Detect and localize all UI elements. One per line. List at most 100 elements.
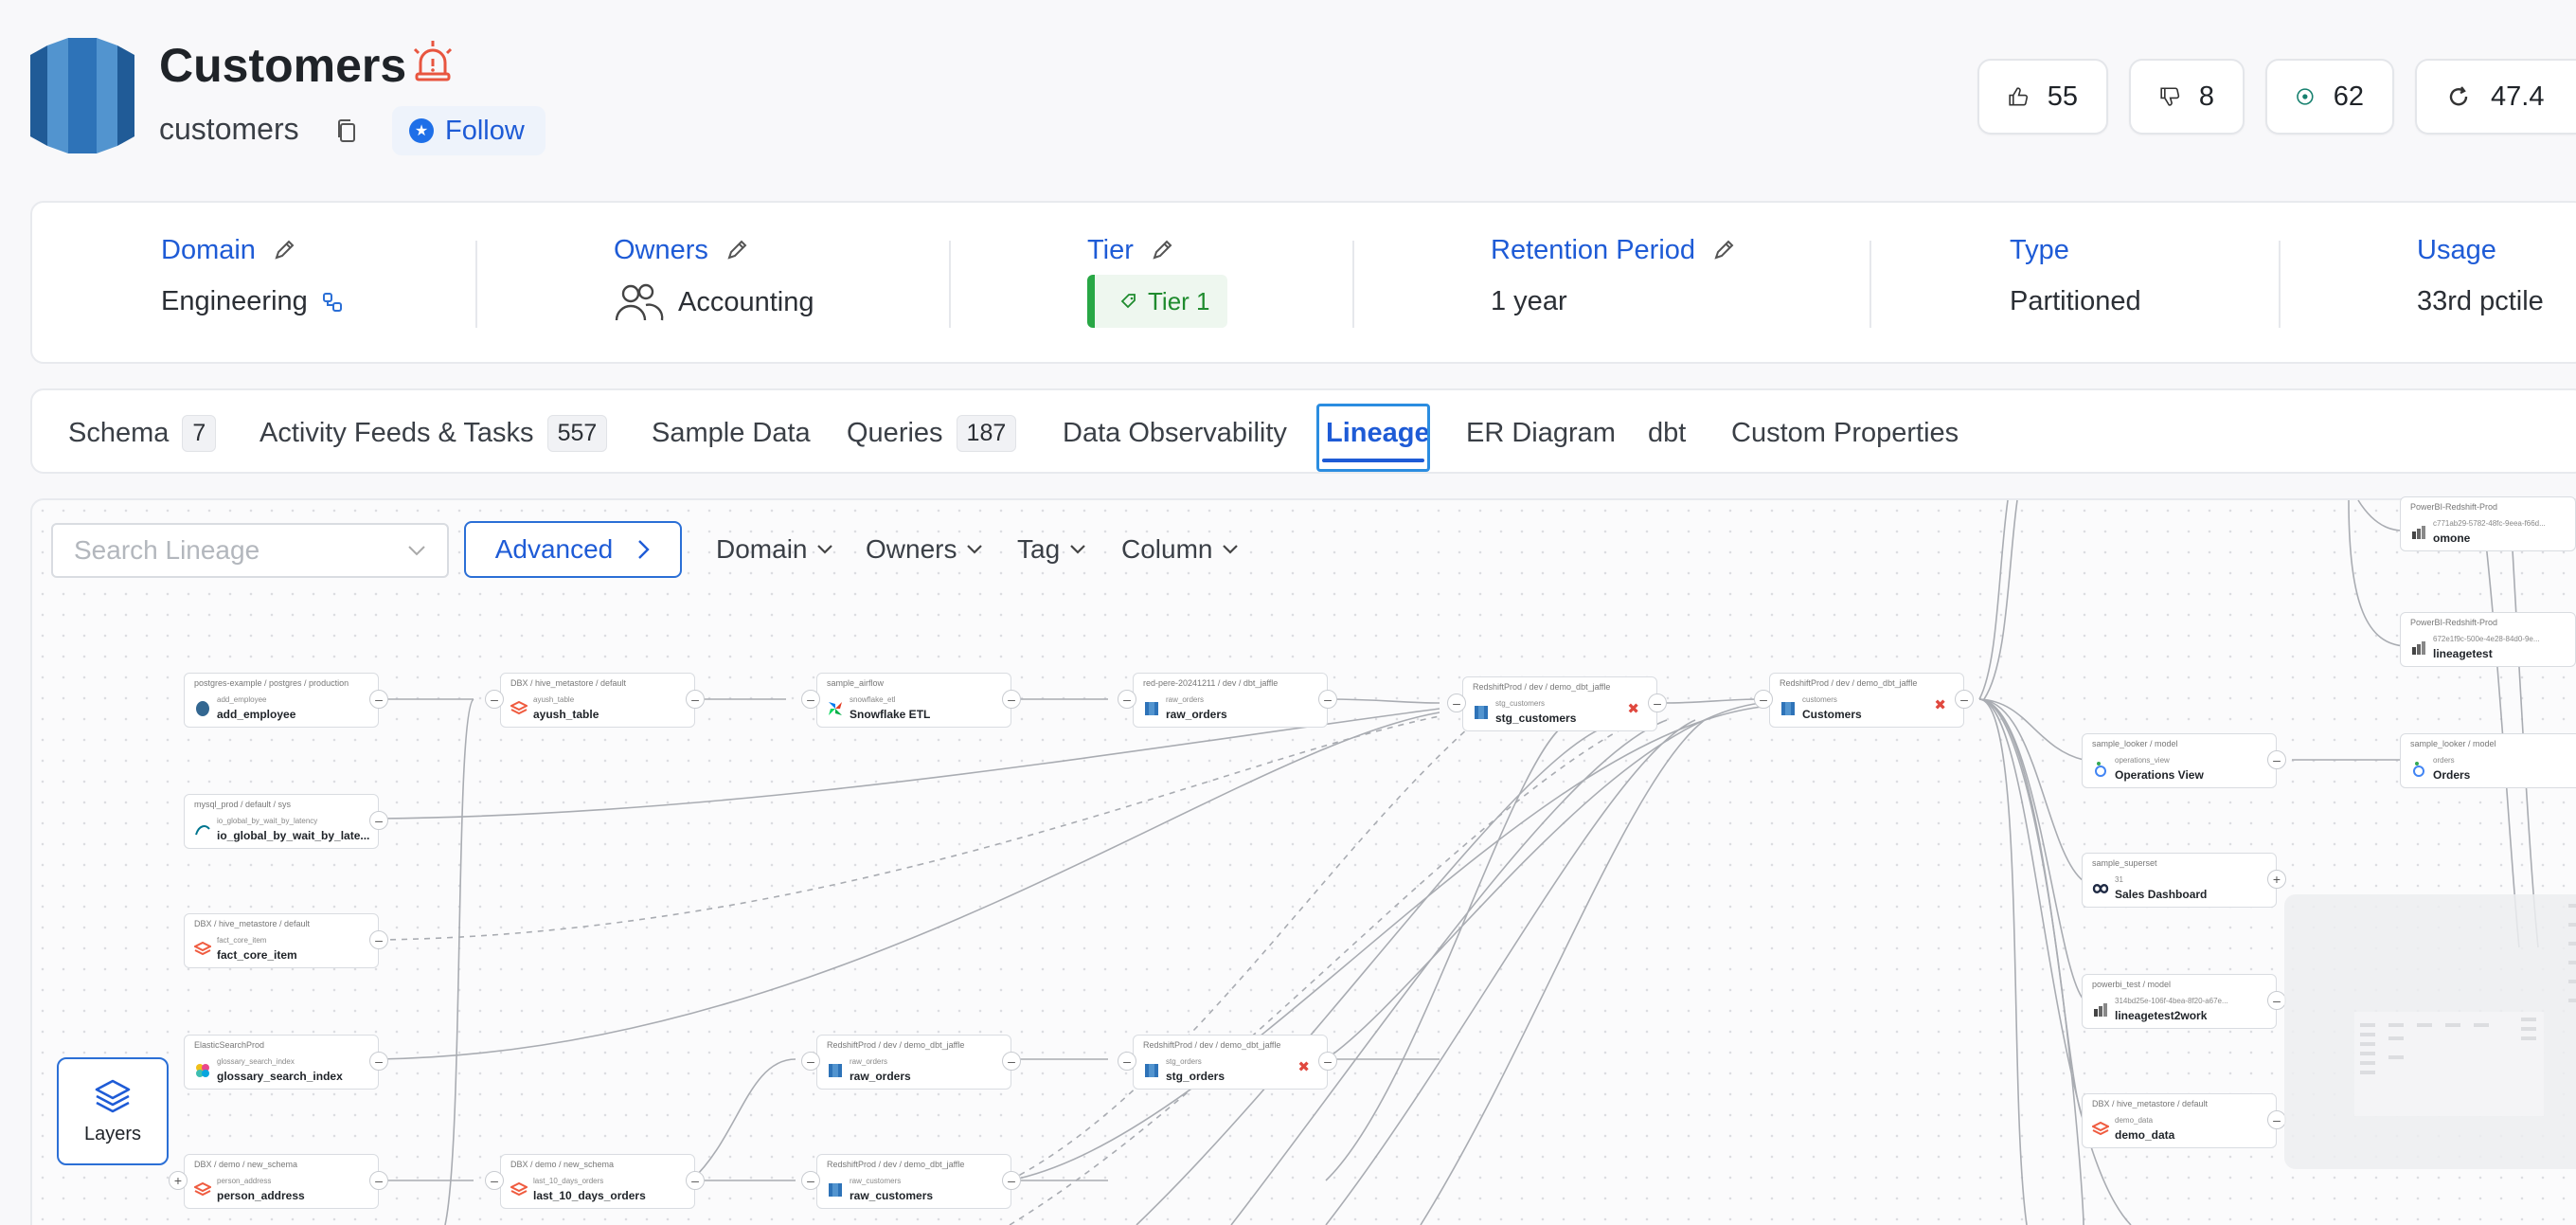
chevron-down-icon [967, 545, 983, 554]
collapse-handle[interactable]: – [485, 690, 504, 709]
node-sub: orders [2433, 756, 2455, 765]
lineage-node[interactable]: sample_looker / model operations_view Oper… [2082, 733, 2277, 788]
downvote-button[interactable]: 8 [2129, 59, 2245, 135]
lineage-node[interactable]: DBX / demo / new_schema person_address per… [184, 1154, 379, 1209]
filter-tag[interactable]: Tag [1017, 529, 1086, 570]
collapse-handle[interactable]: – [801, 690, 820, 709]
collapse-handle[interactable]: – [369, 1171, 388, 1190]
collapse-handle[interactable]: – [1955, 690, 1974, 709]
thumbs-up-icon [2009, 87, 2029, 106]
filter-label: Column [1121, 534, 1213, 564]
tab-er-diagram[interactable]: ER Diagram [1466, 390, 1616, 476]
lineage-node-selected[interactable]: RedshiftProd / dev / demo_dbt_jaffle cust… [1769, 673, 1964, 728]
layers-icon [95, 1079, 131, 1112]
alert-siren-icon[interactable] [409, 38, 456, 85]
node-sub: raw_orders [850, 1057, 888, 1066]
collapse-handle[interactable]: – [2267, 750, 2286, 769]
owner-value[interactable]: Accounting [678, 287, 814, 318]
collapse-handle[interactable]: – [369, 1052, 388, 1071]
edit-retention-icon[interactable] [1710, 237, 1737, 263]
collapse-handle[interactable]: – [2267, 991, 2286, 1010]
collapse-handle[interactable]: – [1318, 1052, 1337, 1071]
lineage-node[interactable]: PowerBI-Redshift-Prod 672e1f9c-500e-4e28-… [2400, 612, 2576, 667]
filter-column[interactable]: Column [1121, 529, 1239, 570]
lineage-minimap[interactable] [2284, 894, 2576, 1169]
lineage-node[interactable]: DBX / hive_metastore / default demo_data d… [2082, 1093, 2277, 1148]
tab-schema[interactable]: Schema 7 [68, 390, 217, 476]
lineage-node[interactable]: RedshiftProd / dev / demo_dbt_jaffle stg_… [1133, 1035, 1328, 1090]
redshift-logo-icon [30, 38, 134, 153]
edit-domain-icon[interactable] [271, 237, 297, 263]
owners-label: Owners [614, 234, 708, 265]
collapse-handle[interactable]: – [801, 1052, 820, 1071]
node-sub: glossary_search_index [217, 1057, 295, 1066]
lineage-node[interactable]: sample_looker / model orders Orders [2400, 733, 2576, 788]
layers-button[interactable]: Layers [57, 1057, 169, 1165]
chevron-right-icon [638, 540, 650, 559]
collapse-handle[interactable]: – [1318, 690, 1337, 709]
collapse-handle[interactable]: – [1002, 1052, 1021, 1071]
collapse-handle[interactable]: – [369, 930, 388, 949]
node-name: Orders [2433, 768, 2471, 782]
collapse-handle[interactable]: – [1754, 690, 1773, 709]
tab-active-indicator [1322, 459, 1424, 462]
tab-activity-feeds[interactable]: Activity Feeds & Tasks 557 [259, 390, 608, 476]
upvote-button[interactable]: 55 [1977, 59, 2108, 135]
tab-custom-properties[interactable]: Custom Properties [1731, 390, 1959, 476]
follow-button[interactable]: ★ Follow [392, 106, 546, 155]
domain-value[interactable]: Engineering [161, 286, 308, 317]
usage-value: 33rd pctile [2417, 286, 2544, 316]
freshness-button[interactable]: 47.4 [2415, 59, 2576, 135]
edit-tier-icon[interactable] [1149, 237, 1175, 263]
filter-owners[interactable]: Owners [866, 529, 983, 570]
lineage-node[interactable]: DBX / hive_metastore / default ayush_tabl… [500, 673, 695, 728]
tag-icon [1120, 294, 1136, 309]
tier-badge[interactable]: Tier 1 [1087, 275, 1227, 328]
tab-dbt[interactable]: dbt [1648, 390, 1686, 476]
advanced-button[interactable]: Advanced [464, 521, 682, 578]
collapse-handle[interactable]: – [369, 690, 388, 709]
tab-sample-data[interactable]: Sample Data [652, 390, 811, 476]
lineage-node[interactable]: RedshiftProd / dev / demo_dbt_jaffle stg_… [1462, 676, 1657, 731]
expand-handle[interactable]: + [169, 1171, 188, 1190]
collapse-handle[interactable]: – [485, 1171, 504, 1190]
tab-data-observability[interactable]: Data Observability [1063, 390, 1287, 476]
lineage-node[interactable]: ElasticSearchProd glossary_search_index gl… [184, 1035, 379, 1090]
copy-button[interactable] [328, 112, 366, 150]
filter-domain[interactable]: Domain [716, 529, 833, 570]
lineage-node[interactable]: RedshiftProd / dev / demo_dbt_jaffle raw_… [816, 1154, 1011, 1209]
tab-label: Data Observability [1063, 417, 1287, 448]
node-name: omone [2433, 531, 2471, 545]
collapse-handle[interactable]: – [1447, 694, 1466, 712]
lineage-node[interactable]: mysql_prod / default / sys io_global_by_w… [184, 794, 379, 849]
collapse-handle[interactable]: – [1002, 690, 1021, 709]
collapse-handle[interactable]: – [1002, 1171, 1021, 1190]
lineage-node[interactable]: postgres-example / postgres / production… [184, 673, 379, 728]
tab-label: ER Diagram [1466, 417, 1616, 448]
lineage-node[interactable]: powerbi_test / model 314bd25e-106f-4bea-8… [2082, 974, 2277, 1029]
collapse-handle[interactable]: – [2267, 1110, 2286, 1129]
edit-owners-icon[interactable] [724, 237, 750, 263]
node-name: ayush_table [533, 708, 599, 721]
collapse-handle[interactable]: – [801, 1171, 820, 1190]
collapse-handle[interactable]: – [1118, 690, 1136, 709]
node-sub: person_address [217, 1177, 272, 1185]
expand-handle[interactable]: + [2267, 870, 2286, 889]
elasticsearch-icon [196, 1064, 209, 1077]
quality-score-button[interactable]: 62 [2265, 59, 2394, 135]
collapse-handle[interactable]: – [1118, 1052, 1136, 1071]
collapse-handle[interactable]: – [686, 690, 705, 709]
lineage-node[interactable]: red-pere-20241211 / dev / dbt_jaffle raw_… [1133, 673, 1328, 728]
tab-queries[interactable]: Queries 187 [847, 390, 1017, 476]
collapse-handle[interactable]: – [369, 811, 388, 830]
search-lineage-input[interactable]: Search Lineage [51, 523, 449, 578]
collapse-handle[interactable]: – [686, 1171, 705, 1190]
lineage-node[interactable]: sample_airflow snowflake_etl Snowflake ETL [816, 673, 1011, 728]
node-path: DBX / demo / new_schema [194, 1160, 298, 1169]
lineage-node[interactable]: sample_superset 31 Sales Dashboard [2082, 853, 2277, 908]
lineage-node[interactable]: DBX / hive_metastore / default fact_core_… [184, 913, 379, 968]
lineage-node[interactable]: DBX / demo / new_schema last_10_days_orde… [500, 1154, 695, 1209]
lineage-node[interactable]: PowerBI-Redshift-Prod c771ab29-5782-48fc-… [2400, 496, 2576, 551]
collapse-handle[interactable]: – [1648, 694, 1667, 712]
lineage-node[interactable]: RedshiftProd / dev / demo_dbt_jaffle raw_… [816, 1035, 1011, 1090]
